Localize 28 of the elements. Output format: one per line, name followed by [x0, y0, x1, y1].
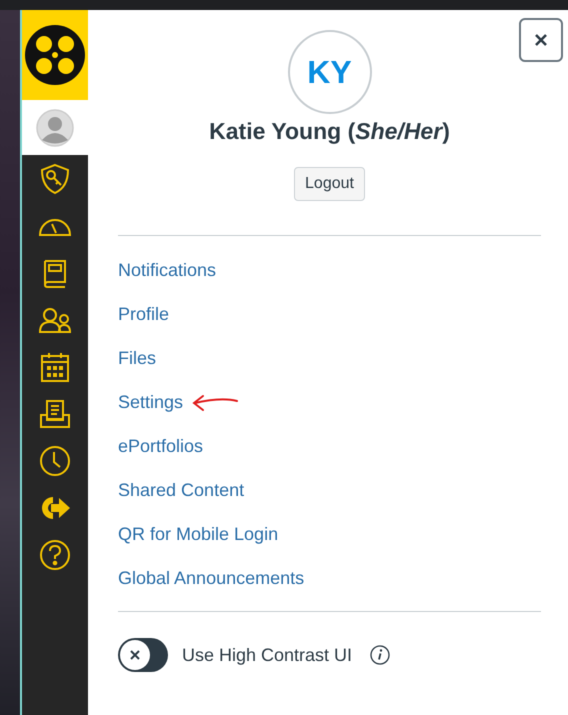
people-icon[interactable] — [38, 306, 72, 332]
menu-link[interactable]: Profile — [118, 304, 170, 325]
book-icon[interactable] — [42, 258, 68, 288]
menu-link[interactable]: Global Announcements — [118, 568, 304, 589]
menu-link[interactable]: Files — [118, 348, 156, 369]
avatar-icon[interactable] — [36, 108, 74, 146]
close-icon — [534, 33, 548, 47]
help-icon[interactable] — [39, 538, 71, 570]
clock-icon[interactable] — [39, 444, 71, 476]
annotation-arrow — [191, 392, 240, 412]
close-icon — [130, 650, 140, 660]
avatar-initials: KY — [288, 30, 372, 114]
menu-link[interactable]: QR for Mobile Login — [118, 524, 278, 545]
menu-link[interactable]: Shared Content — [118, 480, 244, 501]
info-icon[interactable] — [370, 645, 390, 665]
menu-link[interactable]: Settings — [118, 392, 184, 413]
menu-link[interactable]: Notifications — [118, 260, 216, 281]
logout-button[interactable]: Logout — [294, 167, 365, 201]
inbox-icon[interactable] — [39, 398, 71, 428]
toggle-label: Use High Contrast UI — [182, 644, 352, 666]
logout-icon[interactable] — [39, 494, 71, 520]
close-button[interactable] — [519, 18, 563, 62]
logo-icon[interactable] — [22, 10, 88, 100]
high-contrast-toggle[interactable] — [118, 638, 168, 672]
menu-link[interactable]: ePortfolios — [118, 436, 204, 457]
user-name: Katie Young (She/Her) — [209, 118, 450, 145]
shield-key-icon[interactable] — [40, 162, 70, 194]
calendar-icon[interactable] — [40, 350, 70, 382]
